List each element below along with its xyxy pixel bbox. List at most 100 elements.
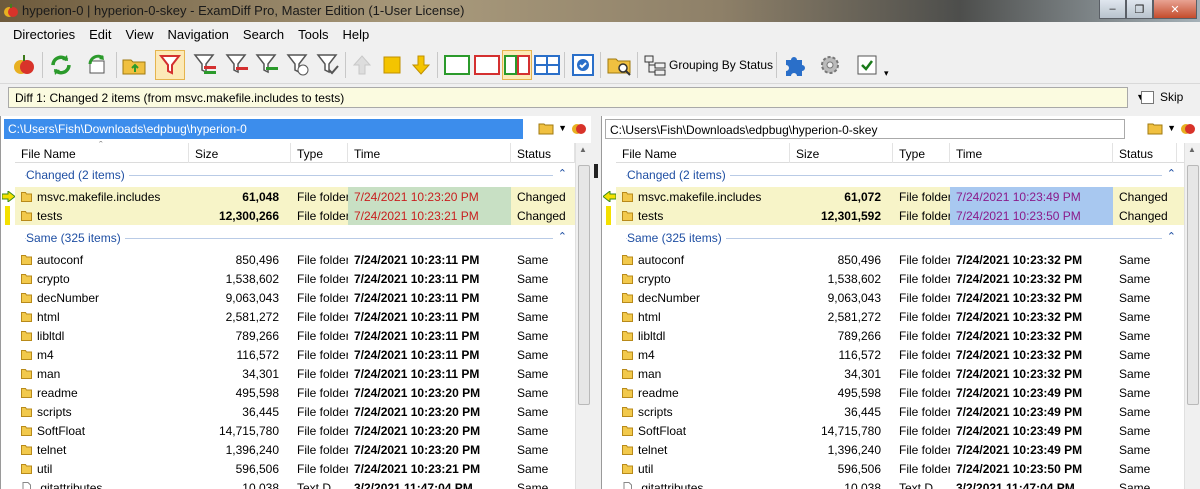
table-row[interactable]: SoftFloat 14,715,780 File folder 7/24/2021 … <box>15 421 575 440</box>
grouping-label[interactable]: Grouping By Status <box>669 58 773 72</box>
filter-left-only-button[interactable] <box>222 50 252 80</box>
group-header-changed[interactable]: Changed (2 items) ⌃ <box>616 165 1184 185</box>
table-row[interactable]: util 596,506 File folder 7/24/2021 10:23:21… <box>15 459 575 478</box>
table-row[interactable]: autoconf 850,496 File folder 7/24/2021 10:2… <box>616 250 1184 269</box>
scroll-thumb[interactable] <box>578 165 590 405</box>
folder-browse-icon[interactable] <box>538 121 554 135</box>
column-header-time[interactable]: Time <box>950 143 1113 163</box>
left-scrollbar[interactable]: ▲ <box>575 143 591 489</box>
group-header-same[interactable]: Same (325 items) ⌃ <box>15 228 575 248</box>
diff-selector[interactable]: Diff 1: Changed 2 items (from msvc.makef… <box>8 87 1145 108</box>
compare-button[interactable] <box>9 50 39 80</box>
column-header-size[interactable]: Size <box>189 143 291 163</box>
collapse-caret-icon[interactable]: ⌃ <box>558 230 567 243</box>
folder-browse-icon[interactable] <box>1147 121 1163 135</box>
table-row[interactable]: msvc.makefile.includes 61,048 File folder 7… <box>15 187 575 206</box>
table-row[interactable]: libltdl 789,266 File folder 7/24/2021 10:23… <box>15 326 575 345</box>
maximize-button[interactable]: ❐ <box>1126 0 1153 19</box>
table-row[interactable]: SoftFloat 14,715,780 File folder 7/24/2021 … <box>616 421 1184 440</box>
scroll-up-icon[interactable]: ▲ <box>579 145 587 154</box>
fruit-icon[interactable] <box>571 120 587 136</box>
previous-diff-button[interactable] <box>347 50 377 80</box>
close-button[interactable]: ✕ <box>1153 0 1197 19</box>
view-grid-button[interactable] <box>532 50 562 80</box>
collapse-caret-icon[interactable]: ⌃ <box>558 167 567 180</box>
next-diff-button[interactable] <box>406 50 436 80</box>
table-row[interactable]: .gitattributes 10,038 Text D... 3/2/2021 11… <box>15 478 575 489</box>
table-row[interactable]: autoconf 850,496 File folder 7/24/2021 10:2… <box>15 250 575 269</box>
table-row[interactable]: tests 12,300,266 File folder 7/24/2021 10:2… <box>15 206 575 225</box>
table-row[interactable]: html 2,581,272 File folder 7/24/2021 10:23:… <box>616 307 1184 326</box>
find-folder-button[interactable] <box>604 50 634 80</box>
customize-button[interactable] <box>852 50 882 80</box>
table-row[interactable]: libltdl 789,266 File folder 7/24/2021 10:23… <box>616 326 1184 345</box>
table-row[interactable]: scripts 36,445 File folder 7/24/2021 10:23:… <box>616 402 1184 421</box>
menu-edit[interactable]: Edit <box>82 27 118 42</box>
minimize-button[interactable]: ‒ <box>1099 0 1126 19</box>
group-header-same[interactable]: Same (325 items) ⌃ <box>616 228 1184 248</box>
table-row[interactable]: html 2,581,272 File folder 7/24/2021 10:23:… <box>15 307 575 326</box>
browse-dropdown-icon[interactable]: ▼ <box>558 123 567 133</box>
pane-splitter[interactable] <box>591 116 601 489</box>
table-row[interactable]: tests 12,301,592 File folder 7/24/2021 10:2… <box>616 206 1184 225</box>
table-row[interactable]: telnet 1,396,240 File folder 7/24/2021 10:2… <box>15 440 575 459</box>
options-button[interactable] <box>815 50 845 80</box>
filter-button[interactable] <box>155 50 185 80</box>
open-folder-button[interactable] <box>119 50 149 80</box>
mark-button[interactable] <box>568 50 598 80</box>
table-row[interactable]: crypto 1,538,602 File folder 7/24/2021 10:2… <box>15 269 575 288</box>
column-header-type[interactable]: Type <box>291 143 348 163</box>
menu-directories[interactable]: Directories <box>6 27 82 42</box>
table-row[interactable]: readme 495,598 File folder 7/24/2021 10:23:… <box>15 383 575 402</box>
view-red-button[interactable] <box>472 50 502 80</box>
table-row[interactable]: readme 495,598 File folder 7/24/2021 10:23:… <box>616 383 1184 402</box>
view-split-button[interactable] <box>502 50 532 80</box>
column-header-status[interactable]: Status <box>511 143 575 163</box>
left-path-field[interactable]: C:\Users\Fish\Downloads\edpbug\hyperion-… <box>4 119 523 139</box>
filter-newer-button[interactable] <box>283 50 313 80</box>
table-row[interactable]: msvc.makefile.includes 61,072 File folder 7… <box>616 187 1184 206</box>
table-row[interactable]: scripts 36,445 File folder 7/24/2021 10:23:… <box>15 402 575 421</box>
right-path-field[interactable]: C:\Users\Fish\Downloads\edpbug\hyperion-… <box>605 119 1125 139</box>
menu-search[interactable]: Search <box>236 27 291 42</box>
examdiff-app-icon[interactable] <box>3 3 19 19</box>
table-row[interactable]: telnet 1,396,240 File folder 7/24/2021 10:2… <box>616 440 1184 459</box>
toolbar-overflow-icon[interactable]: ▾ <box>884 68 889 79</box>
column-header-type[interactable]: Type <box>893 143 950 163</box>
table-row[interactable]: .gitattributes 10,038 Text D... 3/2/2021 11… <box>616 478 1184 489</box>
menu-help[interactable]: Help <box>335 27 376 42</box>
table-row[interactable]: man 34,301 File folder 7/24/2021 10:23:32 P… <box>616 364 1184 383</box>
filter-right-only-button[interactable] <box>252 50 282 80</box>
menu-view[interactable]: View <box>119 27 161 42</box>
column-header-status[interactable]: Status <box>1113 143 1177 163</box>
plugins-button[interactable] <box>780 50 810 80</box>
table-row[interactable]: m4 116,572 File folder 7/24/2021 10:23:11 P… <box>15 345 575 364</box>
collapse-caret-icon[interactable]: ⌃ <box>1167 167 1176 180</box>
group-header-changed[interactable]: Changed (2 items) ⌃ <box>15 165 575 185</box>
grouping-button[interactable] <box>640 50 670 80</box>
filter-changed-button[interactable] <box>190 50 220 80</box>
refresh-button[interactable] <box>46 50 76 80</box>
table-row[interactable]: util 596,506 File folder 7/24/2021 10:23:50… <box>616 459 1184 478</box>
column-header-time[interactable]: Time <box>348 143 511 163</box>
menu-tools[interactable]: Tools <box>291 27 335 42</box>
table-row[interactable]: decNumber 9,063,043 File folder 7/24/2021 1… <box>15 288 575 307</box>
right-scrollbar[interactable]: ▲ <box>1184 143 1200 489</box>
collapse-caret-icon[interactable]: ⌃ <box>1167 230 1176 243</box>
browse-dropdown-icon[interactable]: ▼ <box>1167 123 1176 133</box>
fruit-icon[interactable] <box>1180 120 1196 136</box>
checkbox-box[interactable] <box>1141 90 1154 104</box>
table-row[interactable]: m4 116,572 File folder 7/24/2021 10:23:32 P… <box>616 345 1184 364</box>
sync-button[interactable] <box>82 50 112 80</box>
table-row[interactable]: crypto 1,538,602 File folder 7/24/2021 10:2… <box>616 269 1184 288</box>
column-header-name[interactable]: File Name <box>616 143 790 163</box>
column-header-size[interactable]: Size <box>790 143 893 163</box>
scroll-up-icon[interactable]: ▲ <box>1188 145 1196 154</box>
table-row[interactable]: man 34,301 File folder 7/24/2021 10:23:11 P… <box>15 364 575 383</box>
view-green-button[interactable] <box>442 50 472 80</box>
skip-checkbox[interactable]: Skip <box>1141 90 1183 104</box>
table-row[interactable]: decNumber 9,063,043 File folder 7/24/2021 1… <box>616 288 1184 307</box>
current-diff-button[interactable] <box>377 50 407 80</box>
menu-navigation[interactable]: Navigation <box>160 27 235 42</box>
scroll-thumb[interactable] <box>1187 165 1199 405</box>
